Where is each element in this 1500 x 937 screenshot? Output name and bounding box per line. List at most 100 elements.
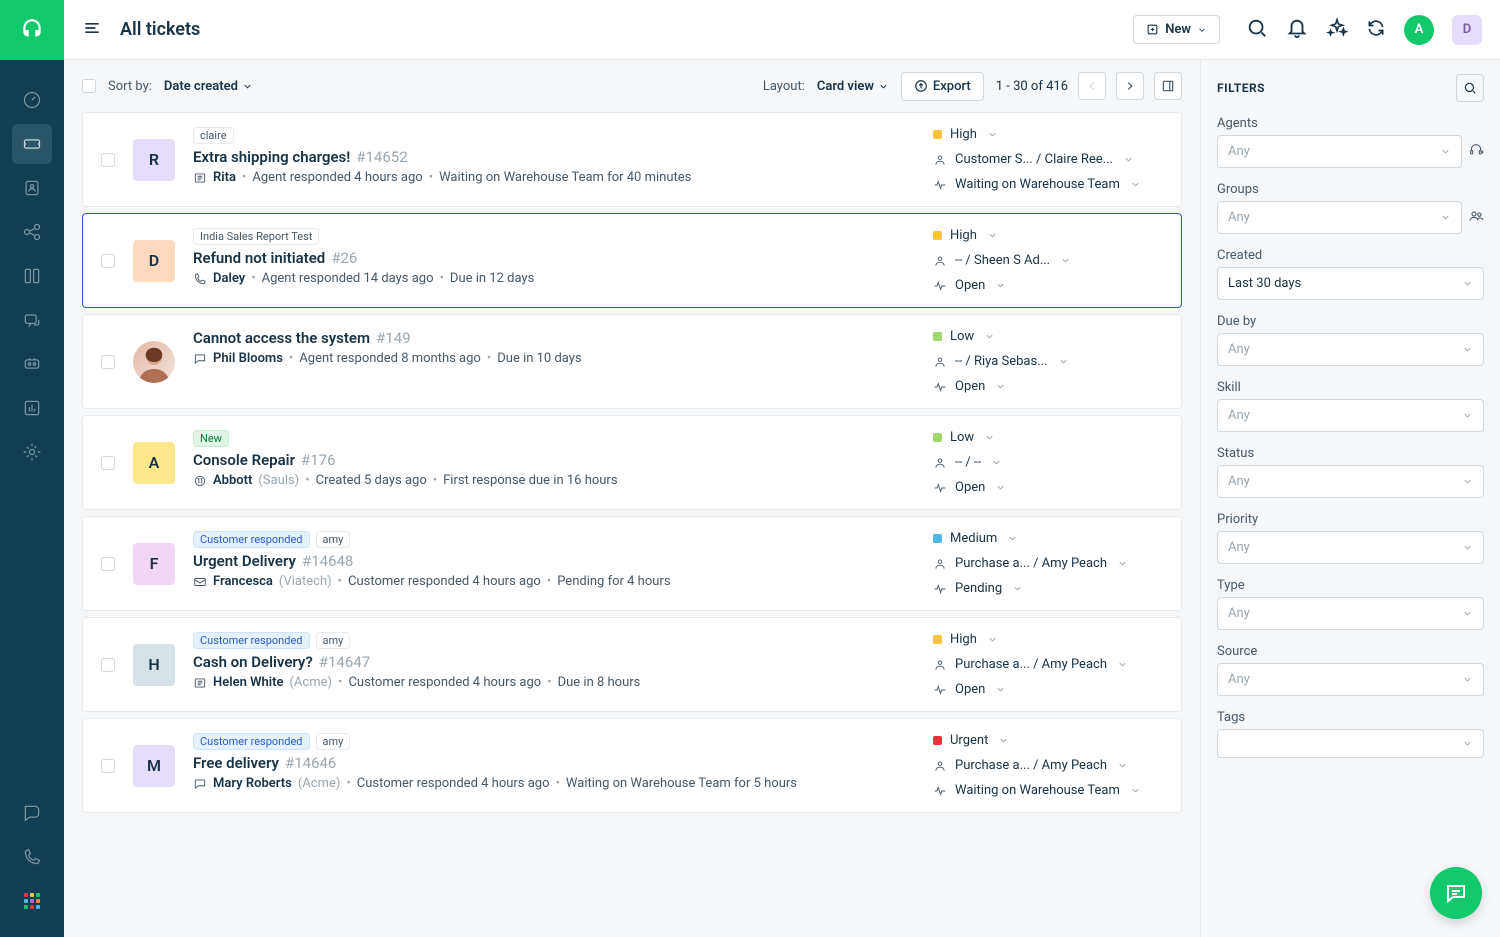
ticket-checkbox[interactable] (101, 153, 115, 167)
menu-icon[interactable] (82, 18, 102, 42)
filter-select[interactable]: Any (1217, 201, 1462, 234)
priority-dropdown[interactable]: High (933, 632, 1163, 647)
ticket-contact[interactable]: Mary Roberts (213, 776, 292, 791)
nav-analytics[interactable] (12, 388, 52, 428)
me-agent-icon[interactable] (1468, 142, 1484, 162)
new-button[interactable]: New (1133, 15, 1220, 44)
status-label: Pending (955, 581, 1002, 596)
ticket-card[interactable]: ANewConsole Repair #176Abbott(Sauls)•Cre… (82, 415, 1182, 510)
ticket-contact[interactable]: Phil Blooms (213, 351, 283, 366)
assignee-dropdown[interactable]: -- / -- (933, 455, 1163, 470)
nav-freshcaller[interactable] (12, 837, 52, 877)
filter-select[interactable]: Any (1217, 399, 1484, 432)
status-dropdown[interactable]: Open (933, 379, 1163, 394)
export-button[interactable]: Export (901, 72, 984, 101)
priority-dropdown[interactable]: Urgent (933, 733, 1163, 748)
nav-contacts[interactable] (12, 168, 52, 208)
status-dropdown[interactable]: Open (933, 682, 1163, 697)
agent-avatar[interactable]: A (1404, 15, 1434, 45)
ticket-checkbox[interactable] (101, 254, 115, 268)
priority-dropdown[interactable]: High (933, 228, 1163, 243)
filter-group: SkillAny (1217, 380, 1484, 432)
nav-automation[interactable] (12, 344, 52, 384)
ticket-subject[interactable]: Console Repair (193, 451, 295, 469)
filter-value: Any (1228, 672, 1250, 687)
filter-select[interactable]: Any (1217, 597, 1484, 630)
ticket-card[interactable]: Cannot access the system #149Phil Blooms… (82, 314, 1182, 409)
nav-app-switcher[interactable] (12, 881, 52, 921)
ticket-subject[interactable]: Extra shipping charges! (193, 148, 350, 166)
filter-select[interactable]: Any (1217, 135, 1462, 168)
nav-dashboard[interactable] (12, 80, 52, 120)
nav-forums[interactable] (12, 300, 52, 340)
assignee-dropdown[interactable]: Purchase a... / Amy Peach (933, 556, 1163, 571)
ticket-checkbox[interactable] (101, 759, 115, 773)
assignee-dropdown[interactable]: -- / Sheen S Ad... (933, 253, 1163, 268)
status-dropdown[interactable]: Open (933, 480, 1163, 495)
ticket-contact[interactable]: Helen White (213, 675, 283, 690)
toggle-filters[interactable] (1154, 72, 1182, 100)
ticket-checkbox[interactable] (101, 557, 115, 571)
filter-select[interactable]: Last 30 days (1217, 267, 1484, 300)
ticket-checkbox[interactable] (101, 355, 115, 369)
ticket-subject[interactable]: Refund not initiated (193, 249, 325, 267)
filter-select[interactable]: Any (1217, 465, 1484, 498)
ticket-left: H (101, 632, 175, 697)
next-page[interactable] (1116, 72, 1144, 100)
app-logo[interactable] (0, 0, 64, 60)
nav-solutions[interactable] (12, 256, 52, 296)
filter-select[interactable] (1217, 729, 1484, 758)
ticket-card[interactable]: FCustomer respondedamyUrgent Delivery #1… (82, 516, 1182, 611)
assignee-dropdown[interactable]: Purchase a... / Amy Peach (933, 758, 1163, 773)
select-all-checkbox[interactable] (82, 79, 96, 93)
status-dropdown[interactable]: Waiting on Warehouse Team (933, 177, 1163, 192)
filter-select[interactable]: Any (1217, 333, 1484, 366)
ticket-card[interactable]: MCustomer respondedamyFree delivery #146… (82, 718, 1182, 813)
ticket-subject[interactable]: Urgent Delivery (193, 552, 296, 570)
ticket-contact[interactable]: Daley (213, 271, 245, 286)
ticket-checkbox[interactable] (101, 456, 115, 470)
bell-icon[interactable] (1286, 17, 1308, 43)
ticket-body: claireExtra shipping charges! #14652Rita… (193, 127, 915, 192)
assignee-dropdown[interactable]: Customer S... / Claire Ree... (933, 152, 1163, 167)
assignee-dropdown[interactable]: Purchase a... / Amy Peach (933, 657, 1163, 672)
ticket-card[interactable]: HCustomer respondedamyCash on Delivery? … (82, 617, 1182, 712)
meta-2: Waiting on Warehouse Team for 5 hours (566, 776, 797, 791)
refresh-icon[interactable] (1366, 18, 1386, 42)
status-dropdown[interactable]: Pending (933, 581, 1163, 596)
ticket-meta: Rita•Agent responded 4 hours ago•Waiting… (193, 170, 915, 185)
layout-dropdown[interactable]: Card view (817, 79, 889, 94)
ticket-contact[interactable]: Abbott (213, 473, 252, 488)
ticket-subject[interactable]: Cash on Delivery? (193, 653, 313, 671)
priority-dropdown[interactable]: Low (933, 430, 1163, 445)
priority-dropdown[interactable]: High (933, 127, 1163, 142)
filter-select[interactable]: Any (1217, 531, 1484, 564)
priority-dropdown[interactable]: Medium (933, 531, 1163, 546)
filter-select[interactable]: Any (1217, 663, 1484, 696)
priority-dropdown[interactable]: Low (933, 329, 1163, 344)
status-dropdown[interactable]: Waiting on Warehouse Team (933, 783, 1163, 798)
filter-search-icon[interactable] (1456, 74, 1484, 102)
ticket-subject[interactable]: Cannot access the system (193, 329, 370, 347)
ticket-contact[interactable]: Rita (213, 170, 236, 185)
sparkle-icon[interactable] (1326, 17, 1348, 43)
chat-fab[interactable] (1430, 867, 1482, 919)
profile-avatar[interactable]: D (1452, 15, 1482, 45)
ticket-subject[interactable]: Free delivery (193, 754, 279, 772)
nav-social[interactable] (12, 212, 52, 252)
ticket-card[interactable]: DIndia Sales Report TestRefund not initi… (82, 213, 1182, 308)
my-groups-icon[interactable] (1468, 208, 1484, 228)
nav-tickets[interactable] (12, 124, 52, 164)
nav-settings[interactable] (12, 432, 52, 472)
filter-label: Due by (1217, 314, 1484, 329)
assignee-dropdown[interactable]: -- / Riya Sebas... (933, 354, 1163, 369)
nav-freshchat[interactable] (12, 793, 52, 833)
ticket-contact[interactable]: Francesca (213, 574, 273, 589)
ticket-tag: amy (316, 733, 351, 750)
ticket-card[interactable]: RclaireExtra shipping charges! #14652Rit… (82, 112, 1182, 207)
status-dropdown[interactable]: Open (933, 278, 1163, 293)
ticket-meta: Abbott(Sauls)•Created 5 days ago•First r… (193, 473, 915, 488)
search-icon[interactable] (1246, 17, 1268, 43)
sort-dropdown[interactable]: Date created (164, 79, 253, 94)
ticket-checkbox[interactable] (101, 658, 115, 672)
